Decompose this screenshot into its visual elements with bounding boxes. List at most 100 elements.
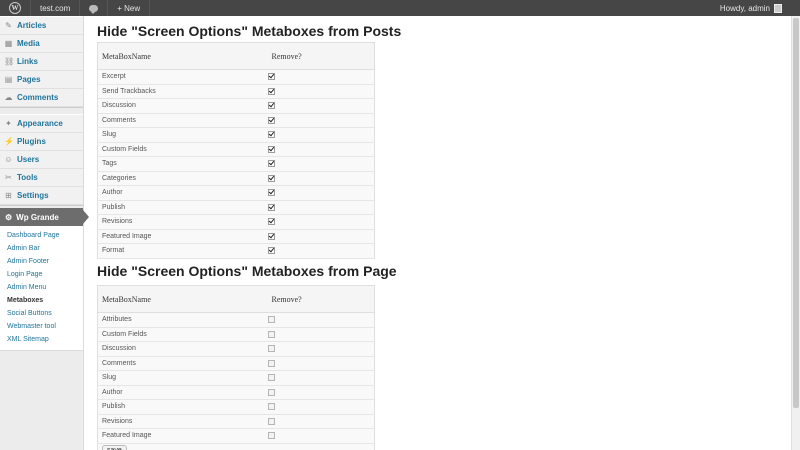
remove-checkbox[interactable]: [267, 174, 275, 182]
metabox-name-cell: Featured Image: [97, 428, 268, 444]
sidebar-item-label: Links: [17, 57, 38, 66]
pages-icon: ▤: [4, 75, 13, 84]
submenu-item[interactable]: Dashboard Page: [0, 229, 83, 242]
remove-cell: [267, 83, 375, 99]
table-row: Tags: [97, 156, 375, 172]
remove-checkbox[interactable]: [267, 232, 275, 240]
remove-checkbox[interactable]: [267, 160, 275, 168]
comment-bubble-icon: [89, 4, 99, 14]
submenu-item[interactable]: Admin Bar: [0, 242, 83, 255]
tools-icon: ✂: [5, 173, 12, 182]
site-name-link[interactable]: test.com: [31, 0, 81, 16]
submenu-item[interactable]: Social Buttons: [0, 307, 83, 320]
remove-checkbox[interactable]: [267, 388, 275, 396]
sidebar-item-appearance[interactable]: ✦ Appearance: [0, 115, 83, 133]
scrollbar-thumb[interactable]: [793, 18, 799, 408]
sidebar-item-pages[interactable]: ▤ Pages: [0, 71, 83, 89]
sidebar-item-label: Tools: [17, 173, 38, 182]
remove-checkbox[interactable]: [267, 374, 275, 382]
account-menu[interactable]: Howdy, admin: [720, 0, 800, 16]
remove-checkbox[interactable]: [267, 116, 275, 124]
sidebar-item-tools[interactable]: ✂ Tools: [0, 169, 83, 187]
metabox-name-cell: Custom Fields: [97, 141, 268, 157]
remove-cell: [267, 98, 375, 114]
sidebar-item-media[interactable]: ▦ Media: [0, 35, 83, 53]
remove-checkbox[interactable]: [267, 203, 275, 211]
metabox-name-cell: Categories: [97, 170, 268, 186]
remove-cell: [267, 156, 375, 172]
metabox-name-cell: Send Trackbacks: [97, 83, 268, 99]
submenu-item[interactable]: Login Page: [0, 268, 83, 281]
link-icon: ⛓: [4, 57, 15, 66]
plugins-icon: ⚡: [4, 137, 14, 146]
submenu-item[interactable]: Admin Footer: [0, 255, 83, 268]
remove-checkbox[interactable]: [267, 102, 275, 110]
remove-cell: [267, 341, 375, 357]
remove-checkbox[interactable]: [267, 145, 275, 153]
sidebar-item-users[interactable]: ☺ Users: [0, 151, 83, 169]
remove-cell: [267, 399, 375, 415]
comments-button[interactable]: [80, 0, 109, 16]
remove-checkbox[interactable]: [267, 189, 275, 197]
remove-checkbox[interactable]: [267, 345, 275, 353]
table-row: Comments: [97, 355, 375, 371]
table-row: Publish: [97, 399, 375, 415]
metabox-name-cell: Publish: [97, 399, 268, 415]
metabox-name-cell: Author: [97, 384, 268, 400]
admin-bar: W test.com + New Howdy, admin: [0, 0, 800, 16]
column-header-remove: Remove?: [267, 285, 375, 313]
remove-cell: [267, 170, 375, 186]
remove-checkbox[interactable]: [267, 330, 275, 338]
remove-cell: [267, 185, 375, 201]
sidebar-item-wp-grande[interactable]: ⚙ Wp Grande: [0, 208, 89, 226]
metabox-name-cell: Revisions: [97, 214, 268, 230]
remove-cell: [267, 428, 375, 444]
remove-checkbox[interactable]: [267, 73, 275, 81]
submenu-item[interactable]: Webmaster tool: [0, 320, 83, 333]
howdy-label: Howdy, admin: [719, 3, 770, 13]
sidebar-item-label: Wp Grande: [16, 212, 59, 222]
table-row: Publish: [97, 199, 375, 215]
remove-cell: [267, 112, 375, 128]
metabox-name-cell: Comments: [97, 355, 268, 371]
vertical-scrollbar[interactable]: [791, 16, 800, 450]
sidebar-item-plugins[interactable]: ⚡ Plugins: [0, 133, 83, 151]
table-row: Featured Image: [97, 428, 375, 444]
sidebar-item-settings[interactable]: ⊞ Settings: [0, 187, 83, 205]
wordpress-logo-icon: W: [9, 2, 21, 14]
submenu-item[interactable]: Admin Menu: [0, 281, 83, 294]
sidebar-item-articles[interactable]: ✎ Articles: [0, 17, 83, 35]
remove-cell: [267, 69, 375, 85]
table-row: Discussion: [97, 341, 375, 357]
metabox-name-cell: Format: [97, 243, 268, 259]
column-header-metabox-name: MetaBoxName: [97, 285, 268, 313]
remove-checkbox[interactable]: [267, 432, 275, 440]
remove-checkbox[interactable]: [267, 316, 275, 324]
remove-checkbox[interactable]: [267, 417, 275, 425]
remove-checkbox[interactable]: [267, 247, 275, 255]
wordpress-logo-button[interactable]: W: [0, 0, 31, 16]
table-row: Send Trackbacks: [97, 83, 375, 99]
avatar: [774, 3, 782, 13]
metabox-name-cell: Revisions: [97, 413, 268, 429]
sidebar-item-label: Comments: [17, 93, 59, 102]
remove-checkbox[interactable]: [267, 403, 275, 411]
remove-checkbox[interactable]: [267, 131, 275, 139]
submenu-item[interactable]: Metaboxes: [0, 294, 83, 307]
remove-checkbox[interactable]: [267, 87, 275, 95]
submenu-item[interactable]: XML Sitemap: [0, 333, 83, 346]
sidebar-item-links[interactable]: ⛓ Links: [0, 53, 83, 71]
remove-cell: [267, 370, 375, 386]
sidebar-item-comments[interactable]: ☁ Comments: [0, 89, 83, 107]
remove-cell: [267, 384, 375, 400]
table-row: Format: [97, 243, 375, 259]
remove-checkbox[interactable]: [267, 218, 275, 226]
new-content-button[interactable]: + New: [108, 0, 151, 16]
save-button[interactable]: save: [102, 444, 127, 450]
remove-cell: [267, 413, 375, 429]
table-row: Revisions: [97, 413, 375, 429]
remove-checkbox[interactable]: [267, 359, 275, 367]
table-row: Author: [97, 185, 375, 201]
column-header-metabox-name: MetaBoxName: [97, 42, 268, 70]
table-row: Discussion: [97, 98, 375, 114]
